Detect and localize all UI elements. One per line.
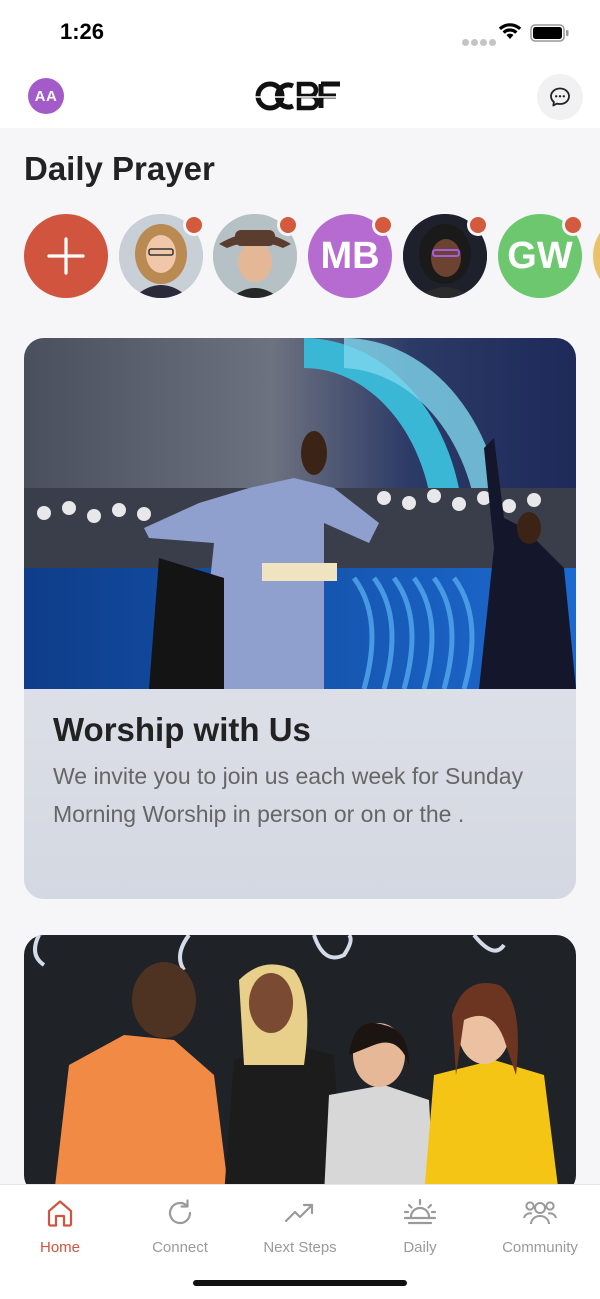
nav-label: Connect	[152, 1239, 208, 1256]
church-logo	[255, 81, 345, 111]
card-description: We invite you to join us each week for S…	[53, 763, 524, 827]
group-card[interactable]	[24, 935, 576, 1195]
section-title-daily-prayer: Daily Prayer	[24, 150, 215, 187]
nav-label: Daily	[403, 1239, 437, 1256]
avatar-initials: GW	[507, 234, 573, 277]
add-prayer-button[interactable]	[24, 214, 108, 298]
app-header: AA	[0, 66, 600, 128]
worship-photo	[24, 338, 576, 689]
home-indicator	[193, 1280, 407, 1286]
prayer-story-avatar[interactable]	[403, 214, 489, 298]
nav-label: Community	[502, 1239, 578, 1256]
trending-up-icon	[284, 1203, 314, 1223]
nav-daily[interactable]: Daily	[360, 1197, 480, 1256]
avatar-initials: MB	[320, 234, 380, 277]
signal-icon	[462, 33, 498, 51]
prayer-story-avatar[interactable]: GW	[498, 214, 584, 298]
worship-card[interactable]: Worship with Us We invite you to join us…	[24, 338, 576, 899]
chat-bubble-icon	[550, 87, 570, 107]
nav-label: Next Steps	[263, 1239, 337, 1256]
nav-home[interactable]: Home	[0, 1197, 120, 1256]
prayer-story-avatar[interactable]	[593, 214, 600, 298]
new-prayer-badge	[467, 214, 489, 236]
sunrise-icon	[403, 1198, 437, 1225]
prayer-story-row: MB GW	[24, 214, 600, 300]
new-prayer-badge	[183, 214, 205, 236]
status-time: 1:26	[60, 19, 105, 44]
user-avatar[interactable]: AA	[28, 78, 64, 114]
battery-icon	[530, 24, 569, 42]
nav-connect[interactable]: Connect	[120, 1197, 240, 1256]
new-prayer-badge	[562, 214, 584, 236]
new-prayer-badge	[372, 214, 394, 236]
nav-next-steps[interactable]: Next Steps	[240, 1197, 360, 1256]
nav-label: Home	[39, 1239, 80, 1256]
prayer-story-avatar[interactable]	[119, 214, 205, 298]
chat-button[interactable]	[537, 74, 583, 120]
plus-icon	[47, 237, 85, 275]
card-title: Worship with Us	[53, 711, 311, 748]
prayer-story-avatar[interactable]	[213, 214, 299, 298]
new-prayer-badge	[277, 214, 299, 236]
home-icon	[47, 1200, 73, 1227]
group-photo	[24, 935, 576, 1195]
nav-community[interactable]: Community	[480, 1197, 600, 1256]
wifi-icon	[498, 23, 522, 39]
refresh-icon	[168, 1199, 192, 1225]
prayer-story-avatar[interactable]: MB	[308, 214, 394, 298]
status-bar: 1:26	[0, 0, 600, 66]
card-body: Worship with Us We invite you to join us…	[24, 689, 576, 899]
people-icon	[523, 1201, 557, 1225]
